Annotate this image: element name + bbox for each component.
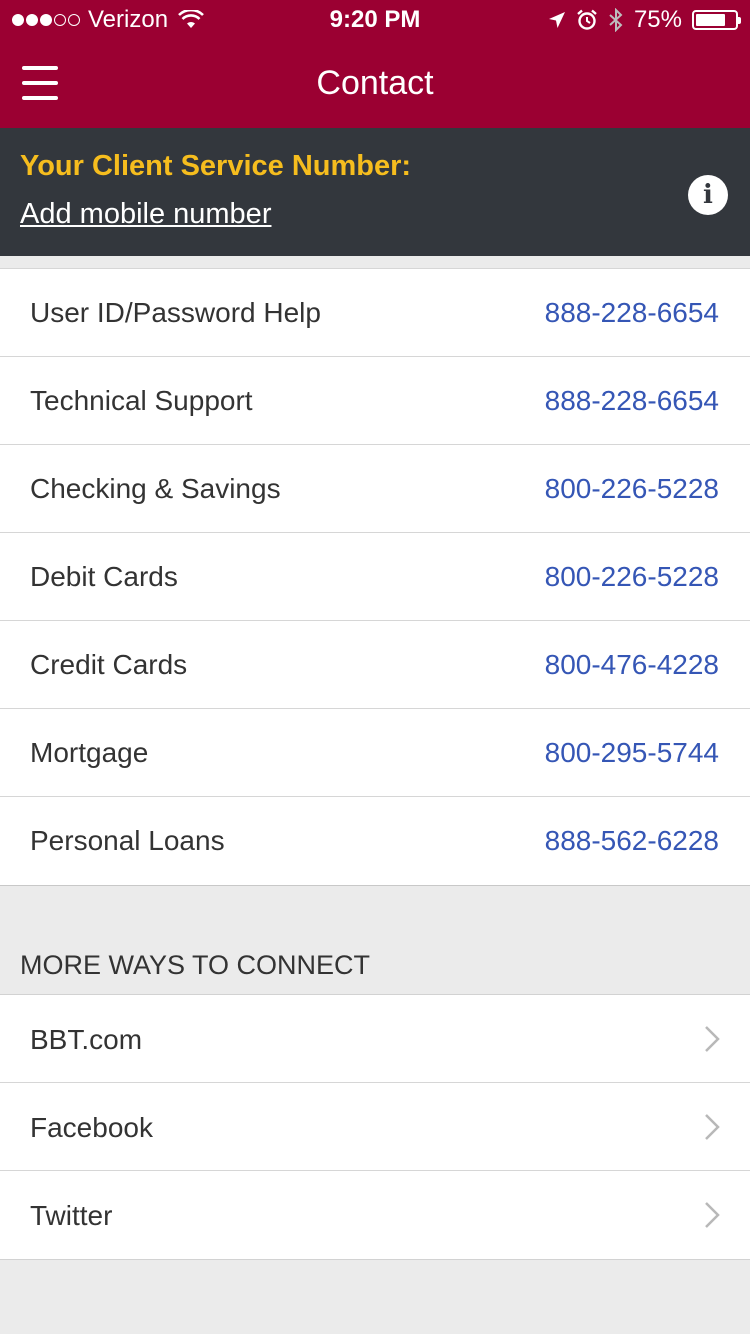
more-ways-label: Facebook — [30, 1112, 153, 1143]
contact-name: Personal Loans — [30, 825, 225, 856]
location-arrow-icon — [548, 12, 565, 28]
contact-name: Technical Support — [30, 385, 253, 416]
page-title: Contact — [316, 64, 434, 102]
contact-list: User ID/Password Help 888-228-6654 Technic… — [0, 268, 750, 886]
contact-name: Credit Cards — [30, 649, 188, 680]
contact-name: Debit Cards — [30, 561, 178, 592]
alarm-clock-icon — [577, 9, 597, 30]
client-service-label: Your Client Service Number: — [20, 150, 412, 182]
more-ways-row[interactable]: Facebook — [0, 1083, 750, 1171]
contact-name: Mortgage — [30, 737, 149, 768]
battery-fill — [696, 14, 725, 26]
phone-number-link[interactable]: 888-228-6654 — [545, 385, 719, 417]
phone-number-link[interactable]: 888-562-6228 — [545, 825, 719, 857]
bluetooth-icon — [609, 8, 623, 32]
client-service-banner: Your Client Service Number: Add mobile n… — [0, 128, 750, 256]
more-ways-list: BBT.com Facebook Twitter — [0, 994, 750, 1260]
phone-number-link[interactable]: 800-476-4228 — [545, 649, 719, 681]
navigation-bar: Contact — [0, 40, 750, 128]
chevron-right-icon — [705, 1026, 720, 1052]
battery-icon — [692, 10, 741, 30]
more-ways-label: Twitter — [30, 1200, 113, 1231]
contact-row[interactable]: User ID/Password Help 888-228-6654 — [0, 269, 750, 357]
more-ways-row[interactable]: BBT.com — [0, 995, 750, 1083]
phone-number-link[interactable]: 888-228-6654 — [545, 297, 719, 329]
contact-row[interactable]: Mortgage 800-295-5744 — [0, 709, 750, 797]
more-ways-label: BBT.com — [30, 1024, 143, 1055]
contact-row[interactable]: Credit Cards 800-476-4228 — [0, 621, 750, 709]
contact-name: User ID/Password Help — [30, 297, 321, 328]
phone-number-link[interactable]: 800-295-5744 — [545, 737, 719, 769]
contact-row[interactable]: Checking & Savings 800-226-5228 — [0, 445, 750, 533]
battery-percentage: 75% — [633, 6, 682, 33]
phone-number-link[interactable]: 800-226-5228 — [545, 561, 719, 593]
section-header-more-ways: MORE WAYS TO CONNECT — [20, 950, 371, 980]
contact-name: Checking & Savings — [30, 473, 281, 504]
contact-row[interactable]: Technical Support 888-228-6654 — [0, 357, 750, 445]
status-right: 75% — [548, 6, 741, 34]
add-mobile-number-link[interactable]: Add mobile number — [20, 198, 271, 231]
chevron-right-icon — [705, 1202, 720, 1228]
phone-number-link[interactable]: 800-226-5228 — [545, 473, 719, 505]
info-icon[interactable]: i — [688, 175, 728, 215]
chevron-right-icon — [705, 1114, 720, 1140]
contact-row[interactable]: Debit Cards 800-226-5228 — [0, 533, 750, 621]
contact-row[interactable]: Personal Loans 888-562-6228 — [0, 797, 750, 885]
more-ways-row[interactable]: Twitter — [0, 1171, 750, 1259]
status-bar: Verizon 9:20 PM 75% — [0, 0, 750, 40]
